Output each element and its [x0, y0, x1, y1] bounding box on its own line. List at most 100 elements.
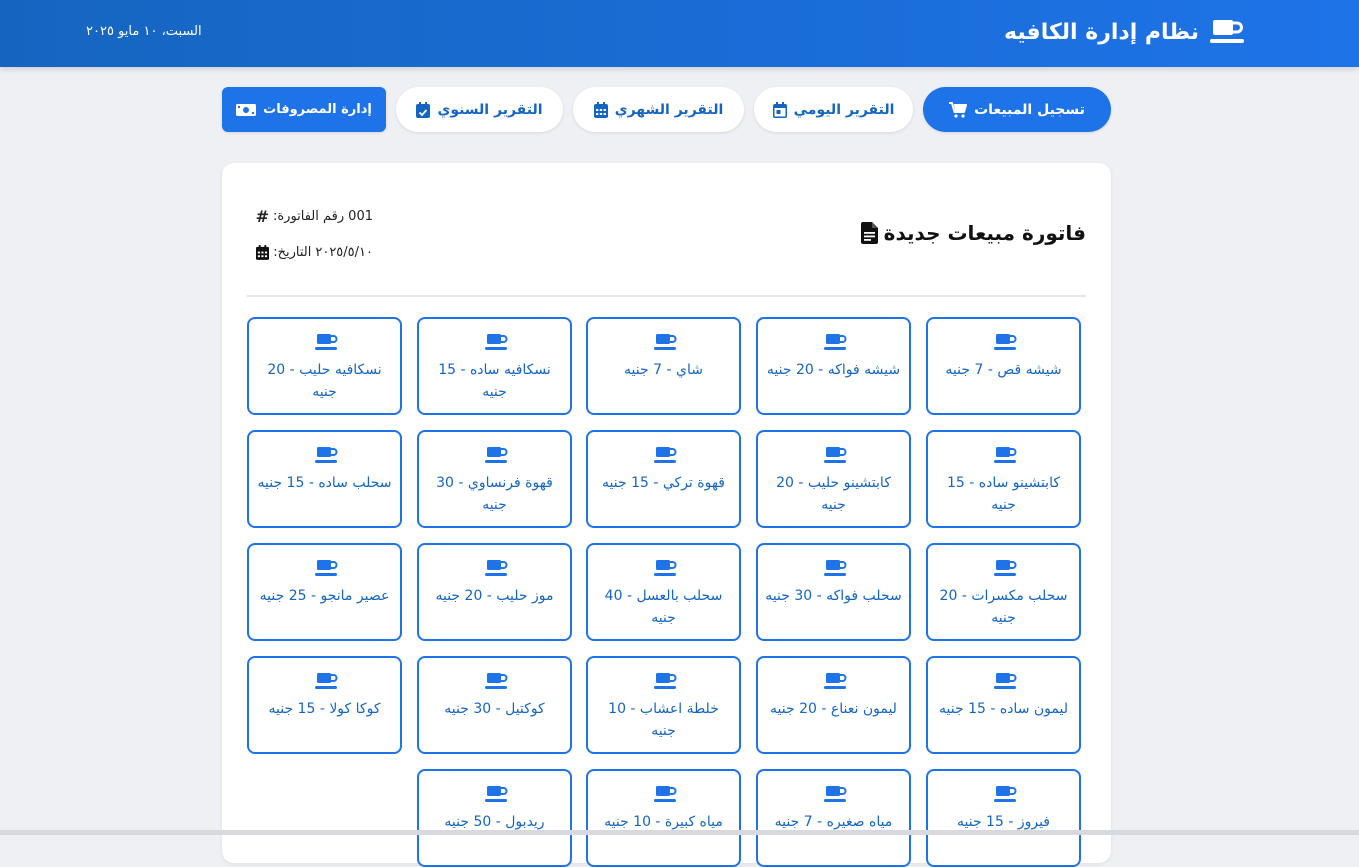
product-button[interactable]: فيروز - 15 جنيه	[926, 769, 1081, 867]
coffee-cup-icon	[654, 785, 678, 803]
coffee-cup-icon	[315, 333, 339, 351]
nav-yearly-label: التقرير السنوي	[437, 101, 543, 118]
coffee-cup-icon	[654, 446, 678, 464]
product-label: كابتشينو ساده - 15 جنيه	[946, 475, 1061, 513]
product-button[interactable]: عصير مانجو - 25 جنيه	[247, 543, 402, 641]
nav-daily-button[interactable]: التقرير اليومي	[754, 87, 913, 132]
calendar-check-icon	[416, 101, 431, 118]
product-button[interactable]: قهوة تركي - 15 جنيه	[586, 430, 741, 528]
product-label: قهوة تركي - 15 جنيه	[602, 475, 725, 491]
app-header: نظام إدارة الكافيه السبت، ١٠ مايو ٢٠٢٥	[0, 0, 1359, 67]
product-label: كابتشينو حليب - 20 جنيه	[776, 475, 891, 513]
product-button[interactable]: ليمون ساده - 15 جنيه	[926, 656, 1081, 754]
product-label: خلطة اعشاب - 10 جنيه	[608, 701, 719, 739]
product-label: موز حليب - 20 جنيه	[435, 588, 554, 604]
product-button[interactable]: سحلب ساده - 15 جنيه	[247, 430, 402, 528]
app-title: نظام إدارة الكافيه	[1003, 19, 1199, 45]
product-label: كوكتيل - 30 جنيه	[444, 701, 545, 717]
cart-icon	[949, 101, 968, 118]
product-button[interactable]: ريدبول - 50 جنيه	[417, 769, 572, 867]
current-date: السبت، ١٠ مايو ٢٠٢٥	[86, 24, 202, 39]
product-button[interactable]: سحلب مكسرات - 20 جنيه	[926, 543, 1081, 641]
nav-yearly-button[interactable]: التقرير السنوي	[396, 87, 563, 132]
coffee-cup-icon	[654, 672, 678, 690]
nav-monthly-button[interactable]: التقرير الشهري	[573, 87, 744, 132]
coffee-cup-icon	[994, 333, 1018, 351]
coffee-cup-icon	[994, 785, 1018, 803]
calendar-icon	[593, 101, 608, 118]
nav-expenses-button[interactable]: إدارة المصروفات	[222, 87, 386, 132]
coffee-cup-icon	[824, 446, 848, 464]
coffee-cup-icon	[485, 672, 509, 690]
product-button[interactable]: قهوة فرنساوي - 30 جنيه	[417, 430, 572, 528]
hash-icon: #	[255, 207, 269, 226]
coffee-cup-icon	[485, 446, 509, 464]
coffee-cup-icon	[994, 559, 1018, 577]
product-label: سحلب بالعسل - 40 جنيه	[604, 588, 723, 626]
coffee-cup-icon	[485, 333, 509, 351]
coffee-cup-icon	[315, 672, 339, 690]
invoice-date-value: ٢٠٢٥/٥/١٠	[315, 245, 373, 260]
product-button[interactable]: ليمون نعناع - 20 جنيه	[756, 656, 911, 754]
product-button[interactable]: نسكافيه حليب - 20 جنيه	[247, 317, 402, 415]
product-label: شيشه فواكه - 20 جنيه	[766, 362, 901, 378]
window-bottom-edge	[0, 830, 1359, 835]
product-label: سحلب مكسرات - 20 جنيه	[939, 588, 1068, 626]
coffee-cup-icon	[994, 672, 1018, 690]
product-button[interactable]: كابتشينو حليب - 20 جنيه	[756, 430, 911, 528]
invoice-date: التاريخ: ٢٠٢٥/٥/١٠	[256, 245, 373, 260]
product-button[interactable]: موز حليب - 20 جنيه	[417, 543, 572, 641]
nav-monthly-label: التقرير الشهري	[614, 101, 724, 118]
product-label: نسكافيه حليب - 20 جنيه	[267, 362, 382, 400]
product-label: سحلب ساده - 15 جنيه	[257, 475, 392, 491]
product-label: شيشه قص - 7 جنيه	[945, 362, 1062, 378]
app-brand: نظام إدارة الكافيه	[1004, 13, 1247, 51]
coffee-cup-icon	[824, 559, 848, 577]
invoice-title: فاتورة مبيعات جديدة	[860, 221, 1086, 245]
product-label: عصير مانجو - 25 جنيه	[259, 588, 390, 604]
nav-sales-button[interactable]: تسجيل المبيعات	[923, 87, 1111, 132]
product-label: ليمون ساده - 15 جنيه	[939, 701, 1068, 717]
product-button[interactable]: كوكتيل - 30 جنيه	[417, 656, 572, 754]
invoice-date-label: التاريخ:	[273, 245, 312, 260]
product-button[interactable]: شيشه قص - 7 جنيه	[926, 317, 1081, 415]
calendar-day-icon	[772, 101, 787, 118]
product-label: كوكا كولا - 15 جنيه	[268, 701, 381, 717]
coffee-cup-icon	[315, 446, 339, 464]
divider	[247, 295, 1086, 297]
product-button[interactable]: كابتشينو ساده - 15 جنيه	[926, 430, 1081, 528]
nav-expenses-label: إدارة المصروفات	[263, 102, 372, 117]
product-label: سحلب فواكه - 30 جنيه	[765, 588, 902, 604]
coffee-cup-icon	[824, 672, 848, 690]
coffee-cup-icon	[654, 559, 678, 577]
product-button[interactable]: سحلب بالعسل - 40 جنيه	[586, 543, 741, 641]
coffee-cup-icon	[654, 333, 678, 351]
invoice-number-value: 001	[348, 209, 373, 224]
product-label: شاي - 7 جنيه	[624, 362, 703, 378]
calendar-icon	[256, 245, 270, 260]
main-nav: تسجيل المبيعات التقرير اليومي التقرير ال…	[222, 87, 1111, 133]
product-label: نسكافيه ساده - 15 جنيه	[438, 362, 551, 400]
invoice-file-icon	[860, 222, 878, 244]
invoice-title-text: فاتورة مبيعات جديدة	[883, 221, 1086, 245]
coffee-cup-icon	[824, 785, 848, 803]
invoice-number: # رقم الفاتورة: 001	[256, 207, 373, 226]
product-button[interactable]: مياه صغيره - 7 جنيه	[756, 769, 911, 867]
product-button[interactable]: مياه كبيرة - 10 جنيه	[586, 769, 741, 867]
product-button[interactable]: شاي - 7 جنيه	[586, 317, 741, 415]
coffee-cup-icon	[824, 333, 848, 351]
product-label: ليمون نعناع - 20 جنيه	[770, 701, 897, 717]
product-button[interactable]: كوكا كولا - 15 جنيه	[247, 656, 402, 754]
coffee-cup-icon	[485, 559, 509, 577]
nav-daily-label: التقرير اليومي	[793, 101, 895, 118]
product-button[interactable]: خلطة اعشاب - 10 جنيه	[586, 656, 741, 754]
money-bill-icon	[236, 103, 257, 116]
product-button[interactable]: نسكافيه ساده - 15 جنيه	[417, 317, 572, 415]
coffee-cup-icon	[1209, 17, 1247, 47]
nav-sales-label: تسجيل المبيعات	[974, 101, 1085, 118]
invoice-card: فاتورة مبيعات جديدة # رقم الفاتورة: 001 …	[222, 163, 1111, 867]
coffee-cup-icon	[994, 446, 1018, 464]
product-button[interactable]: سحلب فواكه - 30 جنيه	[756, 543, 911, 641]
product-button[interactable]: شيشه فواكه - 20 جنيه	[756, 317, 911, 415]
coffee-cup-icon	[485, 785, 509, 803]
